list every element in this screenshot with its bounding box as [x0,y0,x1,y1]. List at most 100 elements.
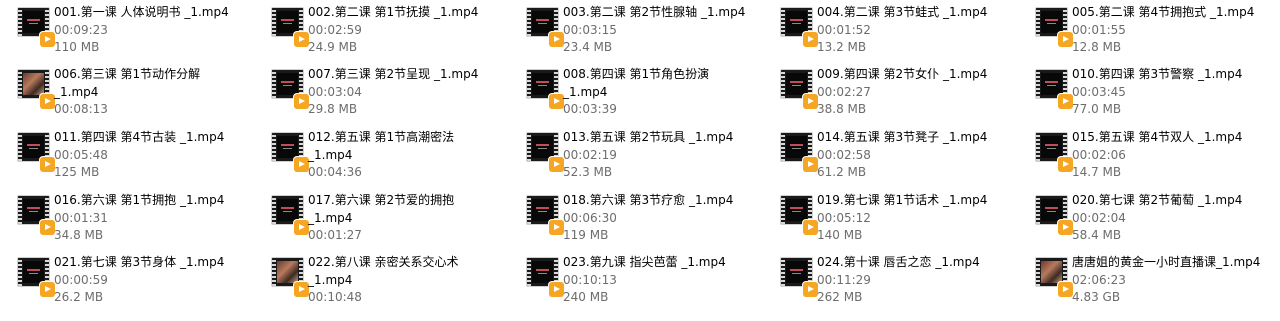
play-badge-icon [40,220,55,235]
file-duration: 00:04:36 [308,165,362,179]
file-size: 58.4 MB [1072,228,1122,242]
file-name: 012.第五课 第1节高潮密法 [308,130,455,144]
play-badge-icon [803,157,818,172]
video-file-item[interactable]: 001.第一课 人体说明书 _1.mp4 00:09:23 110 MB [0,2,250,62]
file-name: 007.第三课 第2节呈现 _1.mp4 [308,67,479,81]
file-size: 77.0 MB [1072,102,1122,116]
video-file-item[interactable]: 014.第五课 第3节凳子 _1.mp4 00:02:58 61.2 MB [763,127,1013,187]
video-file-item[interactable]: 005.第二课 第4节拥抱式 _1.mp4 00:01:55 12.8 MB [1018,2,1268,62]
file-size: 125 MB [54,165,100,179]
video-file-item[interactable]: 009.第四课 第2节女仆 _1.mp4 00:02:27 38.8 MB [763,64,1013,124]
file-name: 016.第六课 第1节拥抱 _1.mp4 [54,193,225,207]
video-file-item[interactable]: 015.第五课 第4节双人 _1.mp4 00:02:06 14.7 MB [1018,127,1268,187]
file-duration: 00:02:06 [1072,147,1126,162]
file-info: 021.第七课 第3节身体 _1.mp4 00:00:59 26.2 MB [54,254,250,307]
play-badge-icon [40,32,55,47]
file-info: 011.第四课 第4节古装 _1.mp4 00:05:48 125 MB [54,129,250,182]
file-info: 001.第一课 人体说明书 _1.mp4 00:09:23 110 MB [54,4,250,57]
file-size: 61.2 MB [817,165,867,179]
file-size: 23.4 MB [563,40,613,54]
file-info: 唐唐姐的黄金一小时直播课_1.mp4 02:06:23 4.83 GB [1072,254,1268,307]
video-file-item[interactable]: 008.第四课 第1节角色扮演 _1.mp4 00:03:39 [509,64,759,124]
file-name: 024.第十课 唇舌之恋 _1.mp4 [817,255,980,269]
file-duration: 00:02:27 [817,84,871,99]
file-name-continued: _1.mp4 [308,272,353,287]
file-name: 015.第五课 第4节双人 _1.mp4 [1072,130,1243,144]
file-info: 002.第二课 第1节抚摸 _1.mp4 00:02:59 24.9 MB [308,4,504,57]
play-badge-icon [1058,94,1073,109]
video-file-item[interactable]: 唐唐姐的黄金一小时直播课_1.mp4 02:06:23 4.83 GB [1018,252,1268,312]
file-name: 008.第四课 第1节角色扮演 [563,67,710,81]
file-name: 019.第七课 第1节话术 _1.mp4 [817,193,988,207]
file-size: 140 MB [817,228,863,242]
file-info: 022.第八课 亲密关系交心术 _1.mp4 00:10:48 [308,254,504,307]
file-name: 020.第七课 第2节葡萄 _1.mp4 [1072,193,1243,207]
file-duration: 00:03:45 [1072,84,1126,99]
video-file-item[interactable]: 018.第六课 第3节疗愈 _1.mp4 00:06:30 119 MB [509,190,759,250]
file-size: 26.2 MB [54,290,104,304]
play-badge-icon [549,94,564,109]
file-duration: 00:01:27 [308,228,362,242]
video-file-item[interactable]: 016.第六课 第1节拥抱 _1.mp4 00:01:31 34.8 MB [0,190,250,250]
file-info: 007.第三课 第2节呈现 _1.mp4 00:03:04 29.8 MB [308,66,504,119]
play-badge-icon [294,94,309,109]
video-file-item[interactable]: 021.第七课 第3节身体 _1.mp4 00:00:59 26.2 MB [0,252,250,312]
video-file-item[interactable]: 024.第十课 唇舌之恋 _1.mp4 00:11:29 262 MB [763,252,1013,312]
file-duration: 00:03:15 [563,22,617,37]
file-name: 001.第一课 人体说明书 _1.mp4 [54,5,229,19]
play-badge-icon [40,157,55,172]
video-file-item[interactable]: 011.第四课 第4节古装 _1.mp4 00:05:48 125 MB [0,127,250,187]
file-info: 019.第七课 第1节话术 _1.mp4 00:05:12 140 MB [817,192,1013,245]
video-file-item[interactable]: 004.第二课 第3节蛙式 _1.mp4 00:01:52 13.2 MB [763,2,1013,62]
file-duration: 00:05:48 [54,147,108,162]
file-grid: 001.第一课 人体说明书 _1.mp4 00:09:23 110 MB 002.第二… [0,0,1280,321]
file-name: 022.第八课 亲密关系交心术 [308,255,459,269]
play-badge-icon [294,32,309,47]
file-info: 015.第五课 第4节双人 _1.mp4 00:02:06 14.7 MB [1072,129,1268,182]
file-size: 29.8 MB [308,102,358,116]
file-size: 119 MB [563,228,609,242]
video-file-item[interactable]: 012.第五课 第1节高潮密法 _1.mp4 00:04:36 [254,127,504,187]
file-name: 023.第九课 指尖芭蕾 _1.mp4 [563,255,726,269]
play-badge-icon [803,220,818,235]
video-file-item[interactable]: 010.第四课 第3节警察 _1.mp4 00:03:45 77.0 MB [1018,64,1268,124]
file-name-continued: _1.mp4 [54,84,99,99]
file-name: 005.第二课 第4节拥抱式 _1.mp4 [1072,5,1255,19]
file-name: 唐唐姐的黄金一小时直播课_1.mp4 [1072,255,1261,269]
file-name-continued: _1.mp4 [563,84,608,99]
play-badge-icon [294,157,309,172]
file-info: 003.第二课 第2节性腺轴 _1.mp4 00:03:15 23.4 MB [563,4,759,57]
file-info: 012.第五课 第1节高潮密法 _1.mp4 00:04:36 [308,129,504,182]
play-badge-icon [1058,157,1073,172]
file-duration: 00:06:30 [563,210,617,225]
video-file-item[interactable]: 002.第二课 第1节抚摸 _1.mp4 00:02:59 24.9 MB [254,2,504,62]
file-info: 020.第七课 第2节葡萄 _1.mp4 00:02:04 58.4 MB [1072,192,1268,245]
video-file-item[interactable]: 022.第八课 亲密关系交心术 _1.mp4 00:10:48 [254,252,504,312]
video-file-item[interactable]: 020.第七课 第2节葡萄 _1.mp4 00:02:04 58.4 MB [1018,190,1268,250]
file-info: 024.第十课 唇舌之恋 _1.mp4 00:11:29 262 MB [817,254,1013,307]
file-name-continued: _1.mp4 [308,147,353,162]
video-file-item[interactable]: 023.第九课 指尖芭蕾 _1.mp4 00:10:13 240 MB [509,252,759,312]
video-file-item[interactable]: 007.第三课 第2节呈现 _1.mp4 00:03:04 29.8 MB [254,64,504,124]
file-duration: 02:06:23 [1072,272,1126,287]
play-badge-icon [1058,282,1073,297]
file-info: 008.第四课 第1节角色扮演 _1.mp4 00:03:39 [563,66,759,119]
video-file-item[interactable]: 013.第五课 第2节玩具 _1.mp4 00:02:19 52.3 MB [509,127,759,187]
file-info: 009.第四课 第2节女仆 _1.mp4 00:02:27 38.8 MB [817,66,1013,119]
file-name-continued: _1.mp4 [308,210,353,225]
file-duration: 00:10:13 [563,272,617,287]
file-info: 017.第六课 第2节爱的拥抱 _1.mp4 00:01:27 [308,192,504,245]
video-file-item[interactable]: 006.第三课 第1节动作分解 _1.mp4 00:08:13 [0,64,250,124]
file-size: 13.2 MB [817,40,867,54]
file-size: 14.7 MB [1072,165,1122,179]
video-file-item[interactable]: 017.第六课 第2节爱的拥抱 _1.mp4 00:01:27 [254,190,504,250]
file-duration: 00:02:04 [1072,210,1126,225]
file-size: 52.3 MB [563,165,613,179]
play-badge-icon [803,282,818,297]
file-size: 240 MB [563,290,609,304]
video-file-item[interactable]: 003.第二课 第2节性腺轴 _1.mp4 00:03:15 23.4 MB [509,2,759,62]
file-size: 34.8 MB [54,228,104,242]
file-info: 006.第三课 第1节动作分解 _1.mp4 00:08:13 [54,66,250,119]
video-file-item[interactable]: 019.第七课 第1节话术 _1.mp4 00:05:12 140 MB [763,190,1013,250]
play-badge-icon [549,32,564,47]
